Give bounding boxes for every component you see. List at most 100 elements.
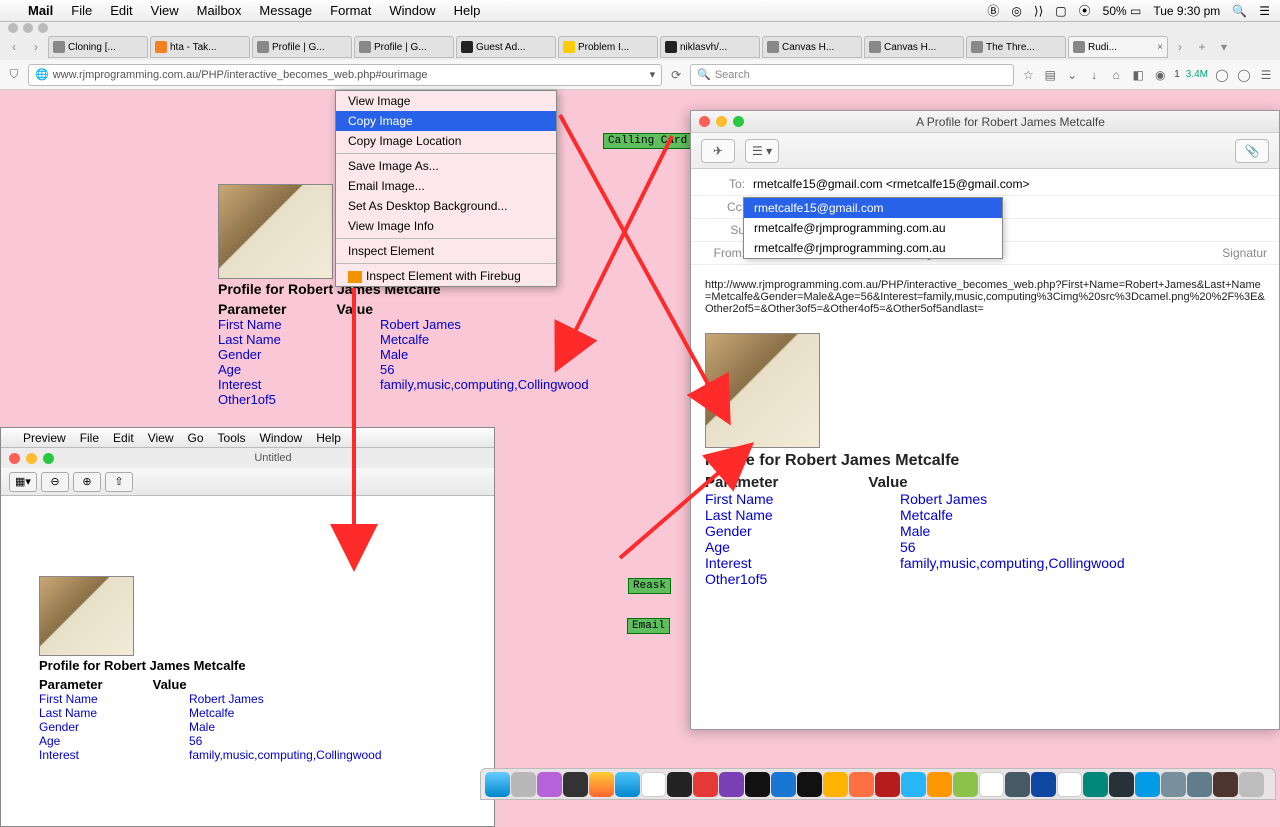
- zoom-in-button[interactable]: ⊕: [73, 472, 101, 492]
- preview-canvas[interactable]: Profile for Robert James Metcalfe Parame…: [1, 496, 494, 826]
- dock-app-icon[interactable]: [1187, 772, 1212, 797]
- max-dot[interactable]: [38, 23, 48, 33]
- profile-image[interactable]: [218, 184, 333, 279]
- dock-terminal-icon[interactable]: [745, 772, 770, 797]
- browser-tab-active[interactable]: Rudi...×: [1068, 36, 1168, 58]
- notifications-icon[interactable]: ☰: [1259, 4, 1270, 18]
- header-fields-button[interactable]: ☰ ▾: [745, 139, 779, 163]
- bookmarks-icon[interactable]: ▤: [1042, 67, 1058, 83]
- dock-app-icon[interactable]: [1213, 772, 1238, 797]
- star-icon[interactable]: ☆: [1020, 67, 1036, 83]
- ctx-inspect-firebug[interactable]: Inspect Element with Firebug: [336, 266, 556, 286]
- browser-tab[interactable]: Profile | G...: [354, 36, 454, 58]
- menubar-icon[interactable]: ⟩⟩: [1034, 4, 1043, 18]
- dock-firefox-icon[interactable]: [849, 772, 874, 797]
- menu-edit[interactable]: Edit: [110, 3, 132, 18]
- min-dot[interactable]: [716, 116, 727, 127]
- menubar-icon[interactable]: ◎: [1011, 4, 1021, 18]
- spotlight-icon[interactable]: 🔍: [1232, 4, 1247, 18]
- dock-trash-icon[interactable]: [1239, 772, 1264, 797]
- to-field[interactable]: To: rmetcalfe15@gmail.com <rmetcalfe15@g…: [691, 173, 1279, 196]
- menu-item[interactable]: Window: [260, 431, 303, 445]
- attach-button[interactable]: 📎: [1235, 139, 1269, 163]
- menu-mailbox[interactable]: Mailbox: [197, 3, 242, 18]
- dock-app-icon[interactable]: [797, 772, 822, 797]
- dock-app-icon[interactable]: [901, 772, 926, 797]
- dock-app-icon[interactable]: [953, 772, 978, 797]
- ctx-save-as[interactable]: Save Image As...: [336, 156, 556, 176]
- ctx-inspect[interactable]: Inspect Element: [336, 241, 556, 261]
- menu-help[interactable]: Help: [454, 3, 481, 18]
- dock-app-icon[interactable]: [719, 772, 744, 797]
- url-bar[interactable]: 🌐 www.rjmprogramming.com.au/PHP/interact…: [28, 64, 662, 86]
- dock-app-icon[interactable]: [1161, 772, 1186, 797]
- toolbar-icon[interactable]: ◉: [1152, 67, 1168, 83]
- ctx-view-info[interactable]: View Image Info: [336, 216, 556, 236]
- dock-app-icon[interactable]: [511, 772, 536, 797]
- dock-filezilla-icon[interactable]: [875, 772, 900, 797]
- menu-item[interactable]: Tools: [218, 431, 246, 445]
- hamburger-icon[interactable]: ☰: [1258, 67, 1274, 83]
- dock-app-icon[interactable]: [823, 772, 848, 797]
- autocomplete-item[interactable]: rmetcalfe15@gmail.com: [744, 198, 1002, 218]
- dock-app-icon[interactable]: [1031, 772, 1056, 797]
- close-dot[interactable]: [9, 453, 20, 464]
- send-button[interactable]: ✈: [701, 139, 735, 163]
- browser-tab[interactable]: Problem I...: [558, 36, 658, 58]
- shield-icon[interactable]: ⛉: [6, 67, 22, 83]
- pocket-icon[interactable]: ⌄: [1064, 67, 1080, 83]
- browser-tab[interactable]: Profile | G...: [252, 36, 352, 58]
- dock-app-icon[interactable]: [563, 772, 588, 797]
- ctx-view-image[interactable]: View Image: [336, 91, 556, 111]
- reload-icon[interactable]: ⟳: [668, 67, 684, 83]
- dock-app-icon[interactable]: [667, 772, 692, 797]
- menu-item[interactable]: Go: [188, 431, 204, 445]
- menu-item[interactable]: File: [80, 431, 99, 445]
- menu-format[interactable]: Format: [330, 3, 371, 18]
- dock-mail-icon[interactable]: [1135, 772, 1160, 797]
- ctx-copy-image[interactable]: Copy Image: [336, 111, 556, 131]
- menu-item[interactable]: Help: [316, 431, 341, 445]
- search-box[interactable]: 🔍 Search: [690, 64, 1014, 86]
- dock-app-icon[interactable]: [771, 772, 796, 797]
- autocomplete-item[interactable]: rmetcalfe@rjmprogramming.com.au: [744, 238, 1002, 258]
- share-button[interactable]: ⇧: [105, 472, 133, 492]
- dock-app-icon[interactable]: [537, 772, 562, 797]
- min-dot[interactable]: [26, 453, 37, 464]
- airplay-icon[interactable]: ▢: [1055, 4, 1066, 18]
- sidebar-toggle-button[interactable]: ▦▾: [9, 472, 37, 492]
- menu-item[interactable]: Edit: [113, 431, 134, 445]
- close-icon[interactable]: ×: [1157, 42, 1163, 53]
- preview-app-name[interactable]: Preview: [23, 431, 66, 445]
- ctx-email-image[interactable]: Email Image...: [336, 176, 556, 196]
- toolbar-icon[interactable]: ◧: [1130, 67, 1146, 83]
- menu-window[interactable]: Window: [389, 3, 435, 18]
- wifi-icon[interactable]: ⦿: [1079, 2, 1091, 19]
- toolbar-icon[interactable]: ◯: [1236, 67, 1252, 83]
- menu-message[interactable]: Message: [259, 3, 312, 18]
- browser-tab[interactable]: hta - Tak...: [150, 36, 250, 58]
- dock-opera-icon[interactable]: [693, 772, 718, 797]
- downloads-icon[interactable]: ↓: [1086, 67, 1102, 83]
- dock-app-icon[interactable]: [1083, 772, 1108, 797]
- app-name[interactable]: Mail: [28, 3, 53, 18]
- browser-tab[interactable]: Canvas H...: [864, 36, 964, 58]
- menu-item[interactable]: View: [148, 431, 174, 445]
- browser-tab[interactable]: Cloning [...: [48, 36, 148, 58]
- dock-finder-icon[interactable]: [485, 772, 510, 797]
- calling-card-button[interactable]: Calling Card: [603, 133, 692, 149]
- toolbar-icon[interactable]: ◯: [1214, 67, 1230, 83]
- clock[interactable]: Tue 9:30 pm: [1153, 4, 1220, 18]
- reask-button[interactable]: Reask: [628, 578, 671, 594]
- email-button[interactable]: Email: [627, 618, 670, 634]
- browser-tab[interactable]: The Thre...: [966, 36, 1066, 58]
- signature-label[interactable]: Signatur: [1222, 246, 1267, 260]
- browser-tab[interactable]: niklasvh/...: [660, 36, 760, 58]
- dropdown-icon[interactable]: ▾: [650, 68, 656, 81]
- dock-app-icon[interactable]: [1109, 772, 1134, 797]
- close-dot[interactable]: [699, 116, 710, 127]
- tab-scroll-icon[interactable]: ›: [1170, 37, 1190, 57]
- menu-view[interactable]: View: [151, 3, 179, 18]
- zoom-out-button[interactable]: ⊖: [41, 472, 69, 492]
- nav-back-icon[interactable]: ‹: [4, 37, 24, 57]
